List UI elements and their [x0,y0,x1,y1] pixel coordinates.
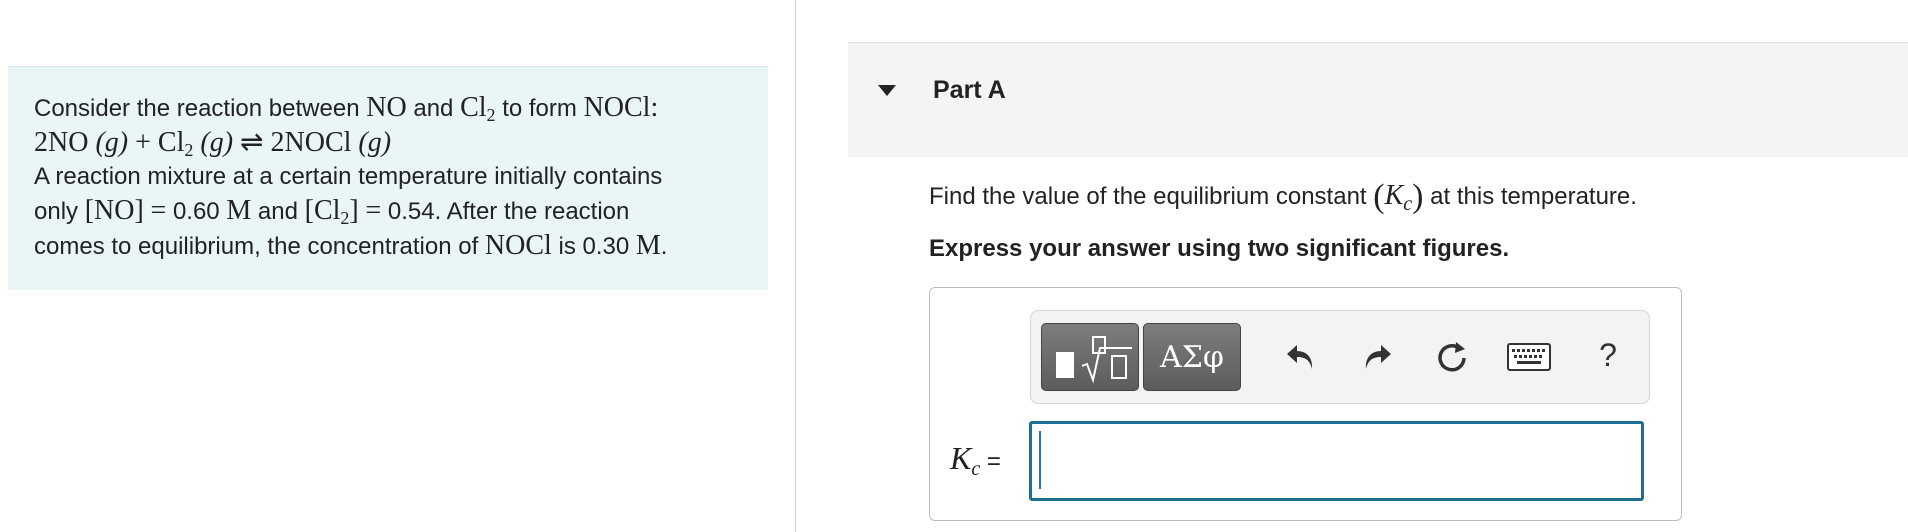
undo-icon[interactable] [1283,339,1319,375]
answer-box: ΑΣφ ? Kc = [929,287,1682,521]
reactant-cl2: Cl2 [460,92,496,125]
text-cursor [1039,431,1041,489]
greek-symbols-label: ΑΣφ [1160,339,1224,375]
equilibrium-arrow-icon: ⇌ [240,127,264,158]
question-text: Find the value of the equilibrium consta… [929,178,1637,215]
math-toolbar: ΑΣφ ? [1030,310,1650,404]
part-a-header[interactable]: Part A [848,42,1908,157]
problem-line-4: only [NO] = 0.60 M and [Cl2] = 0.54. Aft… [34,195,630,228]
product-nocl: NOCl: [583,92,659,123]
problem-intro-text: Consider the reaction between [34,95,360,122]
problem-line-3: A reaction mixture at a certain temperat… [34,163,663,190]
greek-symbols-button[interactable]: ΑΣφ [1143,323,1241,391]
collapse-triangle-icon[interactable] [878,85,896,96]
reset-icon[interactable] [1434,339,1470,375]
problem-statement: Consider the reaction between NO and Cl2… [8,66,768,290]
part-title: Part A [933,76,1006,104]
kc-answer-input[interactable] [1029,421,1644,501]
templates-button[interactable] [1041,323,1139,391]
problem-line-1: Consider the reaction between NO and Cl2… [34,91,742,126]
reactant-no: NO [366,92,407,123]
redo-icon[interactable] [1359,339,1395,375]
reaction-equation: 2NO (g) + Cl2 (g) ⇌ 2NOCl (g) [34,127,392,160]
to-form-text: to form [502,95,577,122]
panel-divider [795,0,796,532]
keyboard-icon[interactable] [1507,343,1551,371]
problem-line-5: comes to equilibrium, the concentration … [34,230,668,261]
help-button[interactable]: ? [1593,333,1623,377]
and-text: and [413,95,454,122]
kc-label: Kc = [950,440,1001,480]
instruction-text: Express your answer using two significan… [929,235,1510,262]
